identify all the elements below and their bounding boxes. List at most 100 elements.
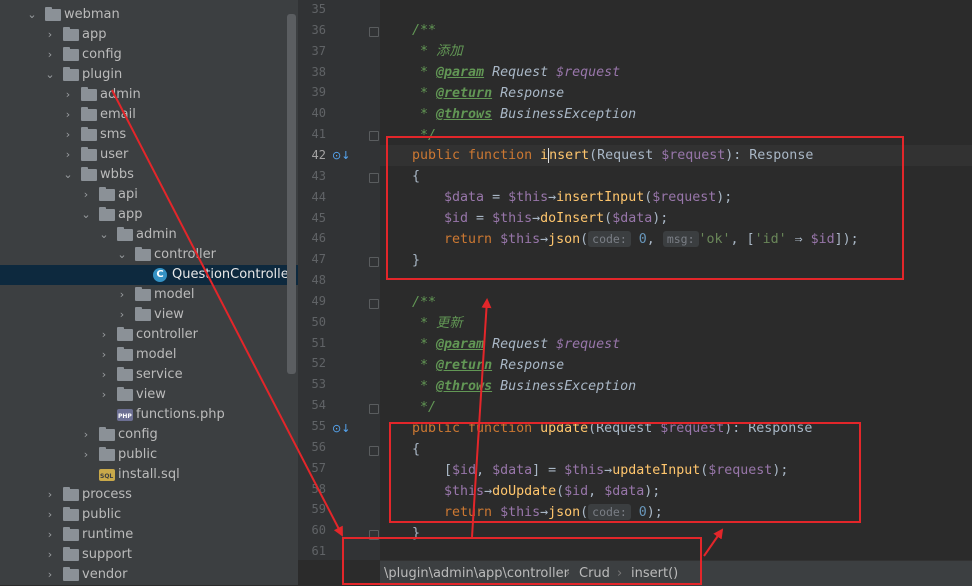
chevron-right-icon[interactable]: › bbox=[80, 185, 92, 205]
tree-item[interactable]: › public bbox=[0, 445, 298, 465]
chevron-right-icon[interactable]: › bbox=[44, 525, 56, 545]
code-line: * @param Request $request bbox=[412, 62, 620, 83]
chevron-right-icon[interactable]: › bbox=[80, 425, 92, 445]
chevron-right-icon[interactable]: › bbox=[62, 145, 74, 165]
line-number: 46 bbox=[311, 231, 326, 246]
annotation-box-insert bbox=[386, 136, 904, 280]
code-line: */ bbox=[412, 397, 436, 418]
chevron-right-icon[interactable]: › bbox=[98, 365, 110, 385]
folder-icon bbox=[63, 547, 79, 561]
tree-item-label: model bbox=[136, 347, 177, 362]
tree-item[interactable]: › public bbox=[0, 505, 298, 525]
override-method-icon[interactable]: ⊙↓ bbox=[332, 149, 350, 162]
tree-item[interactable]: › api bbox=[0, 185, 298, 205]
line-number: 35 bbox=[311, 2, 326, 16]
tree-item-label: email bbox=[100, 107, 136, 122]
chevron-right-icon[interactable]: › bbox=[44, 565, 56, 585]
fold-marker[interactable] bbox=[369, 131, 379, 141]
chevron-right-icon[interactable]: › bbox=[44, 25, 56, 45]
tree-item[interactable]: › user bbox=[0, 145, 298, 165]
fold-marker[interactable] bbox=[369, 257, 379, 267]
folder-icon bbox=[81, 167, 97, 181]
tree-item[interactable]: › email bbox=[0, 105, 298, 125]
line-number: 61 bbox=[311, 544, 326, 559]
chevron-down-icon[interactable]: ⌄ bbox=[116, 245, 128, 265]
folder-icon bbox=[117, 367, 133, 381]
tree-item[interactable]: › config bbox=[0, 45, 298, 65]
doc-comment: * bbox=[412, 379, 437, 394]
tree-item[interactable]: C QuestionController.php bbox=[0, 265, 298, 285]
chevron-right-icon[interactable]: › bbox=[98, 345, 110, 365]
chevron-right-icon[interactable]: › bbox=[98, 385, 110, 405]
code-line: * @return Response bbox=[412, 83, 564, 104]
tree-item[interactable]: › model bbox=[0, 345, 298, 365]
tree-item[interactable]: ⌄ wbbs bbox=[0, 165, 298, 185]
chevron-right-icon[interactable]: › bbox=[44, 45, 56, 65]
tree-item[interactable]: ⌄ app bbox=[0, 205, 298, 225]
tree-item[interactable]: › view bbox=[0, 305, 298, 325]
folder-icon bbox=[135, 247, 151, 261]
tree-item[interactable]: › process bbox=[0, 485, 298, 505]
chevron-right-icon[interactable]: › bbox=[116, 285, 128, 305]
chevron-right-icon[interactable]: › bbox=[62, 85, 74, 105]
chevron-right-icon[interactable]: › bbox=[44, 485, 56, 505]
doc-tag: @param bbox=[436, 337, 485, 352]
line-number: 58 bbox=[311, 481, 326, 496]
chevron-right-icon[interactable]: › bbox=[62, 125, 74, 145]
tree-item-label: app bbox=[118, 207, 143, 222]
folder-icon bbox=[63, 67, 79, 81]
tree-item[interactable]: ⌄ controller bbox=[0, 245, 298, 265]
tree-item[interactable]: › config bbox=[0, 425, 298, 445]
chevron-down-icon[interactable]: ⌄ bbox=[98, 225, 110, 245]
doc-var: $request bbox=[556, 65, 621, 80]
tree-item[interactable]: › service bbox=[0, 365, 298, 385]
tree-item[interactable]: › support bbox=[0, 545, 298, 565]
chevron-down-icon[interactable]: ⌄ bbox=[44, 65, 56, 85]
tree-item[interactable]: › view bbox=[0, 385, 298, 405]
override-method-icon[interactable]: ⊙↓ bbox=[332, 422, 350, 435]
doc-tag: @throws bbox=[436, 107, 493, 122]
chevron-right-icon[interactable]: › bbox=[80, 445, 92, 465]
tree-item[interactable]: functions.php bbox=[0, 405, 298, 425]
tree-item-label: support bbox=[82, 547, 132, 562]
tree-item[interactable]: › model bbox=[0, 285, 298, 305]
chevron-right-icon[interactable]: › bbox=[116, 305, 128, 325]
project-tree-scrollbar[interactable] bbox=[287, 14, 296, 374]
doc-type: BusinessException bbox=[492, 107, 637, 122]
tree-item[interactable]: ⌄ webman bbox=[0, 5, 298, 25]
tree-item-label: view bbox=[136, 387, 166, 402]
chevron-down-icon[interactable]: ⌄ bbox=[80, 205, 92, 225]
line-number: 53 bbox=[311, 377, 326, 392]
tree-item[interactable]: › runtime bbox=[0, 525, 298, 545]
fold-marker[interactable] bbox=[369, 446, 379, 456]
tree-item-label: wbbs bbox=[100, 167, 134, 182]
chevron-right-icon[interactable]: › bbox=[62, 105, 74, 125]
tree-item-label: view bbox=[154, 307, 184, 322]
tree-item-label: functions.php bbox=[136, 407, 225, 422]
folder-icon bbox=[117, 327, 133, 341]
doc-type: Response bbox=[492, 86, 565, 101]
fold-marker[interactable] bbox=[369, 27, 379, 37]
chevron-down-icon[interactable]: ⌄ bbox=[26, 5, 38, 25]
fold-marker[interactable] bbox=[369, 299, 379, 309]
tree-item[interactable]: › sms bbox=[0, 125, 298, 145]
code-line: /** bbox=[412, 20, 436, 41]
tree-item[interactable]: ⌄ plugin bbox=[0, 65, 298, 85]
chevron-right-icon[interactable]: › bbox=[98, 325, 110, 345]
tree-item-label: model bbox=[154, 287, 195, 302]
fold-marker[interactable] bbox=[369, 173, 379, 183]
tree-item[interactable]: › admin bbox=[0, 85, 298, 105]
tree-item[interactable]: install.sql bbox=[0, 465, 298, 485]
tree-item[interactable]: › app bbox=[0, 25, 298, 45]
chevron-down-icon[interactable]: ⌄ bbox=[62, 165, 74, 185]
chevron-right-icon[interactable]: › bbox=[44, 505, 56, 525]
doc-tag: @return bbox=[436, 86, 493, 101]
fold-marker[interactable] bbox=[369, 404, 379, 414]
chevron-right-icon[interactable]: › bbox=[44, 545, 56, 565]
tree-item[interactable]: › vendor bbox=[0, 565, 298, 585]
tree-item[interactable]: › controller bbox=[0, 325, 298, 345]
line-number: 48 bbox=[311, 273, 326, 288]
folder-icon bbox=[99, 427, 115, 441]
tree-item[interactable]: ⌄ admin bbox=[0, 225, 298, 245]
tree-item-label: plugin bbox=[82, 67, 123, 82]
